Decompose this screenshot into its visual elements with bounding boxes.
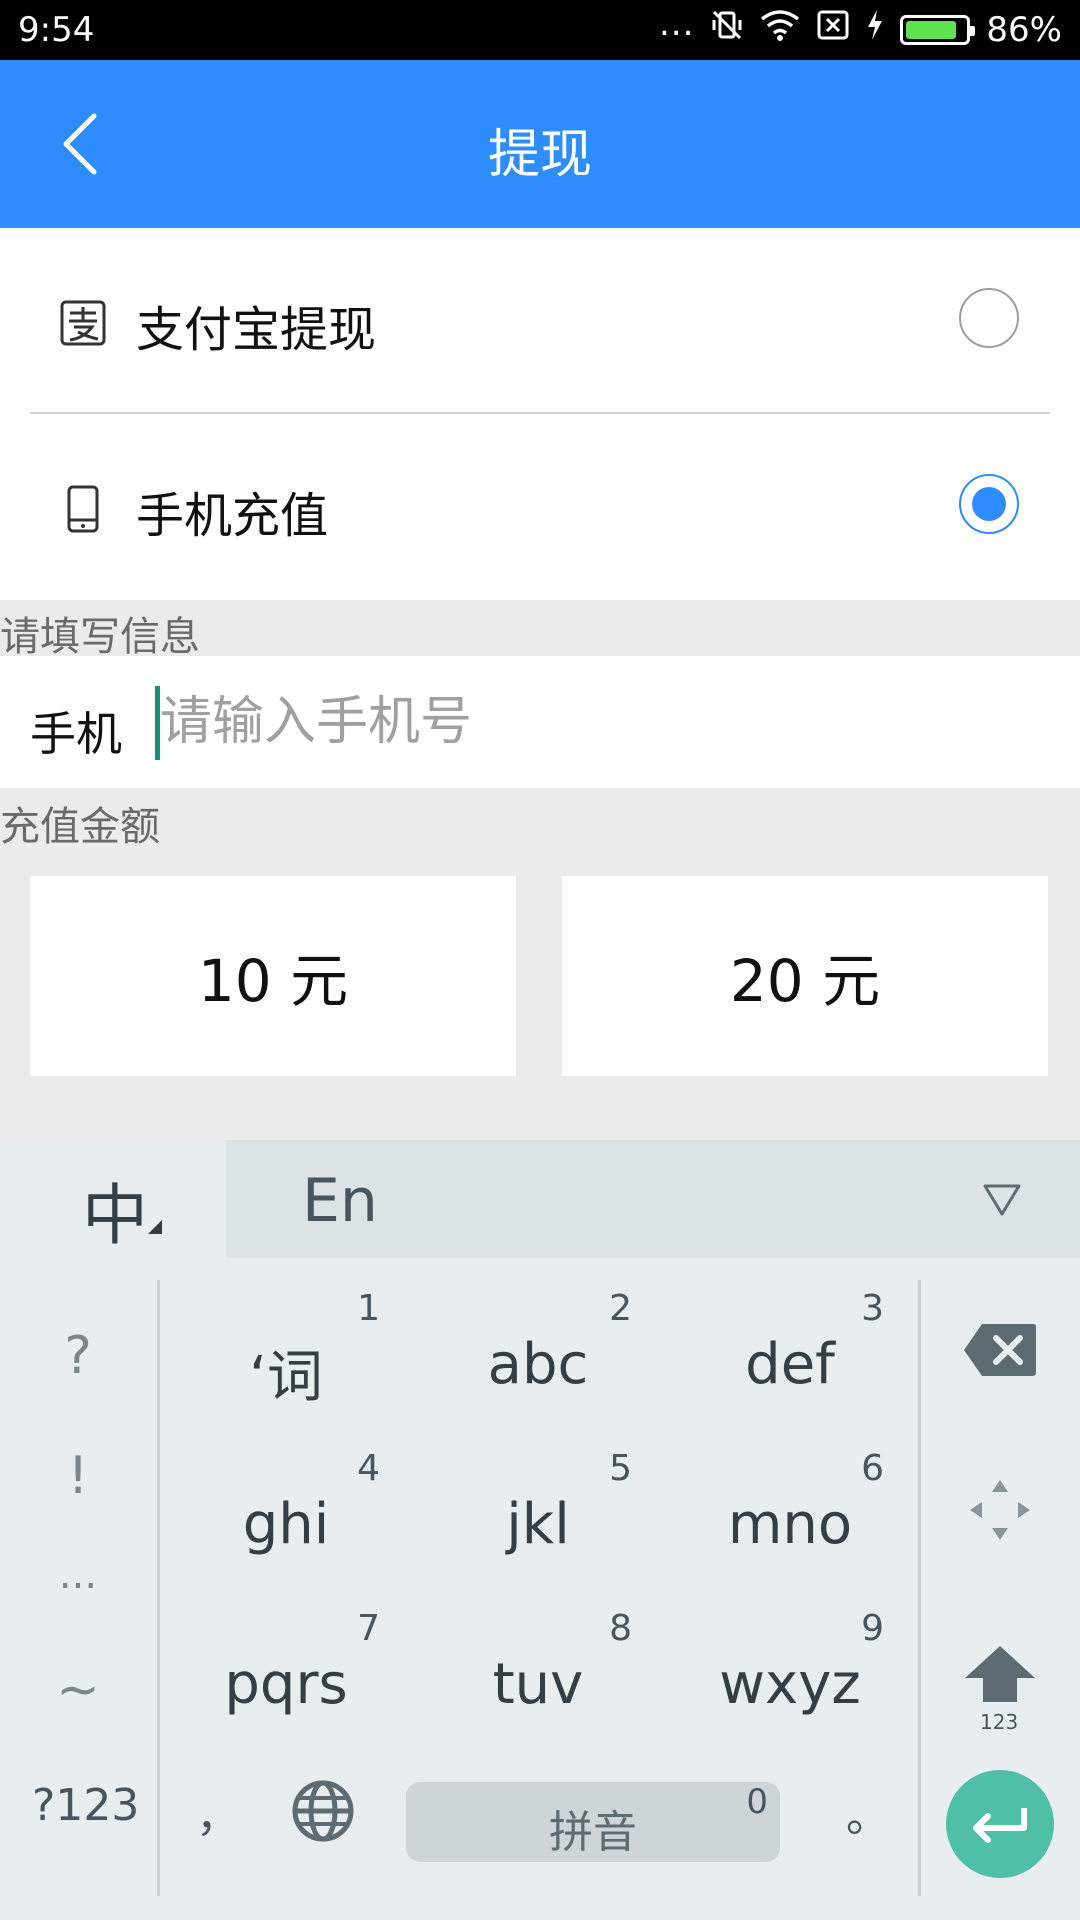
mode-english-button[interactable]: En xyxy=(302,1166,378,1236)
symbol-tilde[interactable]: ~ xyxy=(30,1660,126,1720)
key-number: 5 xyxy=(609,1448,632,1489)
page-title: 提现 xyxy=(487,125,592,185)
key-number: 7 xyxy=(357,1608,380,1649)
enter-button[interactable] xyxy=(946,1770,1054,1878)
enter-icon xyxy=(973,1808,1027,1843)
key-4[interactable]: ghi 4 xyxy=(160,1440,412,1590)
battery-icon xyxy=(900,14,976,45)
section-label-info: 请填写信息 xyxy=(0,614,200,660)
shift-button[interactable] xyxy=(950,1636,1050,1712)
globe-icon xyxy=(292,1780,354,1842)
mode-chinese-button[interactable]: 中 xyxy=(0,1140,226,1258)
no-sim-icon xyxy=(816,9,850,50)
backspace-button[interactable] xyxy=(950,1310,1050,1390)
phone-input-row: 手机 xyxy=(0,656,1080,788)
backspace-icon xyxy=(964,1324,1036,1376)
key-label: tuv xyxy=(492,1652,584,1717)
space-bar[interactable]: 拼音 0 xyxy=(406,1782,780,1862)
key-number: 3 xyxy=(861,1288,884,1329)
app-bar: 提现 xyxy=(0,60,1080,228)
status-time: 9:54 xyxy=(18,10,95,50)
key-label: def xyxy=(745,1332,835,1397)
key-3[interactable]: def 3 xyxy=(664,1280,916,1430)
battery-percent: 86% xyxy=(986,9,1062,50)
more-notifications-icon: ... xyxy=(658,3,695,44)
vibrate-off-icon xyxy=(710,8,744,51)
keyboard-divider-right xyxy=(918,1280,921,1896)
cursor-move-button[interactable] xyxy=(950,1470,1050,1550)
key-label: mno xyxy=(727,1492,853,1557)
key-number: 8 xyxy=(609,1608,632,1649)
option-alipay[interactable]: 支付宝提现 xyxy=(0,228,1080,414)
battery-level xyxy=(906,20,957,39)
option-label-alipay: 支付宝提现 xyxy=(136,302,377,358)
key-label: pqrs xyxy=(224,1652,348,1717)
keyboard-toolbar: 中 En xyxy=(0,1140,1080,1258)
corner-triangle-icon xyxy=(148,1220,162,1234)
radio-phone-recharge[interactable] xyxy=(959,474,1019,534)
keyboard: 中 En ? ! ... ~ ‘词 1 abc 2 def 3 ghi 4 jk… xyxy=(0,1140,1080,1920)
option-label-phone: 手机充值 xyxy=(136,488,329,544)
collapse-keyboard-button[interactable] xyxy=(980,1180,1024,1220)
key-number: 1 xyxy=(357,1288,380,1329)
text-cursor xyxy=(155,686,160,760)
key-7[interactable]: pqrs 7 xyxy=(160,1600,412,1750)
wifi-icon xyxy=(760,9,800,50)
key-label: abc xyxy=(487,1332,589,1397)
key-number: 4 xyxy=(357,1448,380,1489)
section-label-amount: 充值金额 xyxy=(0,804,160,850)
arrows-move-icon xyxy=(970,1480,1030,1540)
key-1[interactable]: ‘词 1 xyxy=(160,1280,412,1430)
shift-arrow-icon xyxy=(965,1646,1035,1702)
status-bar: 9:54 ... 86% xyxy=(0,0,1080,60)
key-2[interactable]: abc 2 xyxy=(412,1280,664,1430)
amount-option-20[interactable]: 20 元 xyxy=(562,876,1048,1076)
key-label: ‘词 xyxy=(249,1345,323,1410)
key-label: jkl xyxy=(506,1492,570,1557)
language-button[interactable] xyxy=(292,1780,354,1846)
triangle-down-icon xyxy=(983,1184,1021,1216)
withdraw-options: 支付宝提现 手机充值 xyxy=(0,228,1080,600)
mode-chinese-label: 中 xyxy=(82,1177,148,1254)
status-icons: ... 86% xyxy=(659,4,1062,51)
numeric-switch-button[interactable]: ?123 xyxy=(32,1780,139,1831)
radio-selected-dot xyxy=(972,487,1006,521)
key-5[interactable]: jkl 5 xyxy=(412,1440,664,1590)
amount-option-10[interactable]: 10 元 xyxy=(30,876,516,1076)
period-key[interactable]: 。 xyxy=(846,1780,890,1844)
key-label: wxyz xyxy=(719,1652,861,1717)
space-bar-number: 0 xyxy=(746,1782,768,1822)
key-9[interactable]: wxyz 9 xyxy=(664,1600,916,1750)
option-phone-recharge[interactable]: 手机充值 xyxy=(0,414,1080,600)
symbol-ellipsis[interactable]: ... xyxy=(30,1552,126,1598)
phone-label: 手机 xyxy=(30,707,122,761)
charging-icon xyxy=(866,9,884,50)
key-6[interactable]: mno 6 xyxy=(664,1440,916,1590)
comma-key[interactable]: ， xyxy=(196,1780,240,1844)
key-label: ghi xyxy=(242,1492,330,1557)
key-number: 6 xyxy=(861,1448,884,1489)
alipay-icon xyxy=(56,296,110,350)
key-8[interactable]: tuv 8 xyxy=(412,1600,664,1750)
radio-alipay[interactable] xyxy=(959,288,1019,348)
key-number: 2 xyxy=(609,1288,632,1329)
space-bar-label: 拼音 xyxy=(549,1807,637,1858)
symbol-question[interactable]: ? xyxy=(30,1326,126,1386)
symbol-exclamation[interactable]: ! xyxy=(30,1446,126,1506)
phone-icon xyxy=(56,482,110,536)
key-number: 9 xyxy=(861,1608,884,1649)
phone-input[interactable] xyxy=(160,680,1040,764)
shift-sublabel: 123 xyxy=(980,1710,1019,1734)
